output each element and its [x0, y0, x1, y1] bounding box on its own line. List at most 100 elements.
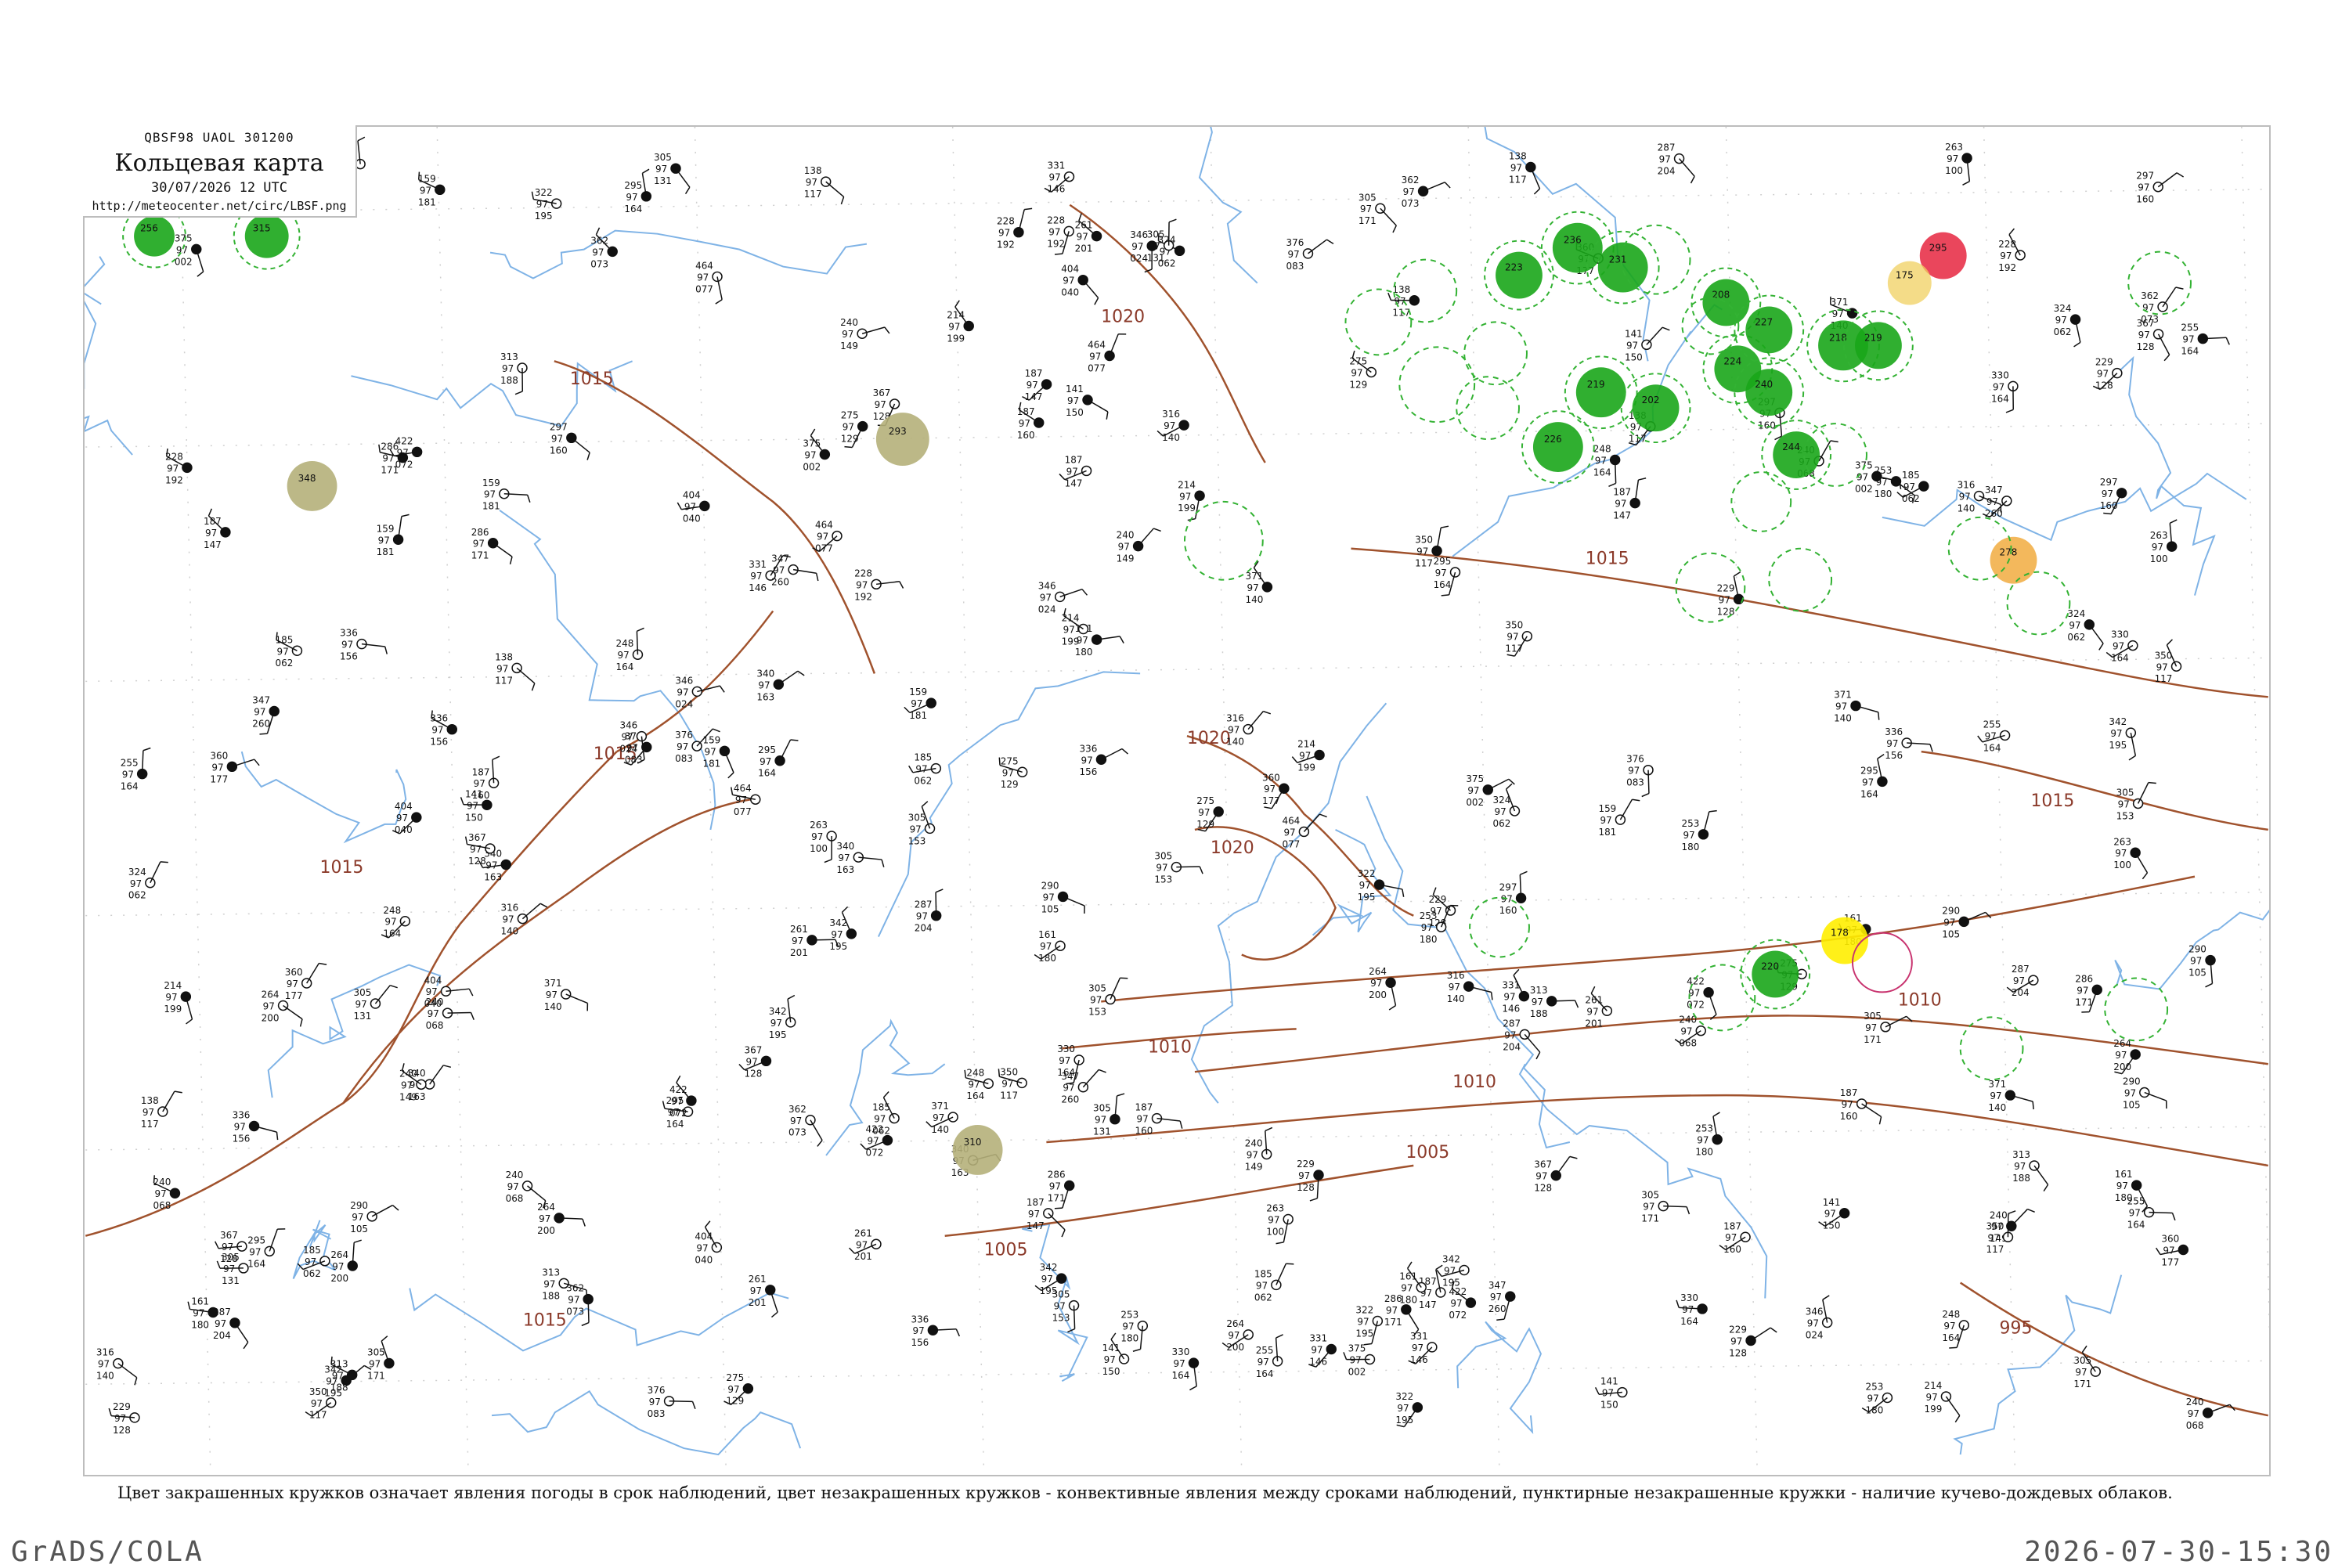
station-plot[interactable]: 22997128	[1729, 1324, 1777, 1358]
station-plot[interactable]: 22897192	[854, 568, 903, 602]
station-plot[interactable]: 33697156	[1885, 726, 1932, 761]
station-plot[interactable]: 22897192	[1047, 214, 1073, 254]
station-plot[interactable]: 30597171	[1641, 1190, 1689, 1224]
station-plot[interactable]: 26197201	[1585, 986, 1611, 1029]
station-plot[interactable]: 32297195	[1355, 1305, 1382, 1345]
station-plot[interactable]: 34097163	[836, 841, 883, 875]
station-plot[interactable]: 35097117	[998, 1066, 1027, 1101]
station-plot[interactable]: 36297073	[1402, 175, 1450, 209]
phenomenon-marker[interactable]: 175	[1888, 261, 1932, 305]
station-plot[interactable]: 24097068	[153, 1175, 180, 1211]
station-plot[interactable]: 30597153	[1154, 851, 1203, 885]
phenomenon-marker[interactable]: 293	[876, 413, 929, 466]
station-plot[interactable]: 21497199	[1292, 739, 1324, 773]
station-plot[interactable]: 28697171	[2075, 973, 2102, 1012]
station-plot[interactable]: 37197140	[1834, 690, 1879, 724]
station-plot[interactable]: 13897117	[804, 165, 844, 204]
phenomenon-marker[interactable]: 219	[1565, 356, 1637, 428]
station-plot[interactable]: 27597129	[841, 410, 868, 448]
station-plot[interactable]: 25597164	[1978, 719, 2010, 753]
station-plot[interactable]: 15997181	[1598, 799, 1640, 838]
station-plot[interactable]: 18797147	[204, 509, 230, 550]
station-plot[interactable]: 24097068	[426, 997, 474, 1031]
station-plot[interactable]: 30597171	[1359, 192, 1396, 232]
station-plot[interactable]: 15997181	[904, 687, 936, 721]
station-plot[interactable]: 33097164	[1676, 1292, 1707, 1327]
station-plot[interactable]: 13897117	[1509, 151, 1540, 194]
station-plot[interactable]: 36297073	[788, 1104, 822, 1147]
station-plot[interactable]: 34797260	[771, 553, 818, 588]
station-plot[interactable]: 22897192	[997, 208, 1032, 250]
station-plot[interactable]: 26497200	[2113, 1038, 2140, 1074]
station-plot[interactable]: 18797147	[1059, 454, 1092, 488]
phenomenon-marker[interactable]: 202	[1622, 373, 1690, 442]
station-plot[interactable]: 33197146	[1045, 160, 1074, 195]
station-plot[interactable]: 27597129	[1349, 351, 1376, 390]
station-plot[interactable]: 30597153	[1088, 978, 1128, 1017]
station-plot[interactable]: 13897117	[141, 1091, 182, 1130]
station-plot[interactable]: 29597164	[1860, 755, 1887, 800]
station-plot[interactable]: 42297072	[390, 435, 422, 470]
station-plot[interactable]: 25397180	[1862, 1382, 1892, 1416]
station-plot[interactable]: 37197140	[1988, 1079, 2033, 1113]
station-plot[interactable]: 16197180	[1034, 929, 1065, 964]
station-plot[interactable]: 32497062	[2067, 608, 2103, 650]
station-plot[interactable]: 25397180	[1695, 1112, 1722, 1158]
station-plot[interactable]: 15997181	[377, 514, 410, 557]
station-plot[interactable]: 29597164	[624, 169, 651, 214]
station-plot[interactable]: 24897164	[1593, 443, 1620, 486]
station-plot[interactable]: 26397100	[1266, 1203, 1293, 1244]
station-plot[interactable]: 33697156	[911, 1314, 959, 1348]
station-plot[interactable]: 14197150	[1066, 384, 1108, 420]
station-plot[interactable]: 25597164	[1256, 1335, 1283, 1379]
station-plot[interactable]: 22897192	[1998, 229, 2025, 273]
phenomenon-marker[interactable]: 226	[1522, 411, 1594, 483]
station-plot[interactable]: 21497199	[1924, 1380, 1959, 1422]
station-plot[interactable]: 37597002	[1344, 1343, 1375, 1377]
station-plot[interactable]: 26197201	[850, 1227, 881, 1262]
station-plot[interactable]: 29097105	[1942, 905, 1990, 939]
station-plot[interactable]: 36097177	[210, 750, 259, 784]
station-plot[interactable]: 26397100	[810, 820, 836, 863]
station-plot[interactable]: 31397188	[1530, 985, 1579, 1019]
station-plot[interactable]: 31697140	[96, 1347, 137, 1386]
station-plot[interactable]: 34797260	[252, 695, 279, 734]
station-plot[interactable]: 31397188	[2012, 1149, 2048, 1191]
station-plot[interactable]: 21497199	[947, 301, 973, 344]
station-plot[interactable]: 18597062	[1254, 1263, 1294, 1303]
station-plot[interactable]: 18797160	[1840, 1087, 1882, 1124]
station-plot[interactable]: 28797204	[2007, 964, 2038, 998]
station-plot[interactable]: 25597164	[2127, 1196, 2175, 1231]
station-plot[interactable]: 30597171	[1864, 1011, 1912, 1045]
station-plot[interactable]: 31697140	[1447, 970, 1492, 1004]
station-plot[interactable]: 33197146	[1409, 1331, 1437, 1365]
station-plot[interactable]: 30597153	[2116, 783, 2156, 822]
station-plot[interactable]: 31697140	[500, 903, 547, 937]
station-plot[interactable]: 26497200	[1369, 966, 1395, 1010]
station-plot[interactable]: 46497077	[695, 260, 722, 304]
station-plot[interactable]: 29097105	[350, 1200, 399, 1235]
station-plot[interactable]: 24897164	[1942, 1309, 1968, 1348]
station-plot[interactable]: 35097117	[1505, 620, 1532, 656]
station-plot[interactable]: 25597164	[121, 748, 151, 791]
station-plot[interactable]: 36097177	[285, 963, 327, 1000]
station-plot[interactable]: 29797160	[2100, 477, 2127, 514]
station-plot[interactable]: 34297195	[829, 907, 856, 951]
station-plot[interactable]: 24897164	[965, 1067, 993, 1101]
station-plot[interactable]: 24097149	[840, 317, 889, 351]
station-plot[interactable]: 33697156	[340, 628, 387, 662]
station-plot[interactable]: 37697083	[648, 1385, 695, 1419]
station-plot[interactable]: 29097105	[2123, 1076, 2167, 1111]
station-plot[interactable]: 29597164	[1434, 556, 1460, 596]
station-plot[interactable]: 26397100	[2150, 520, 2177, 564]
station-plot[interactable]: 28797204	[1503, 1018, 1539, 1058]
station-plot[interactable]: 30597131	[1093, 1094, 1124, 1137]
station-plot[interactable]: 33097164	[2106, 629, 2138, 664]
station-plot[interactable]: 36297073	[590, 228, 617, 270]
station-plot[interactable]: 36297073	[2141, 287, 2183, 325]
station-plot[interactable]: 29797160	[2136, 171, 2183, 205]
station-plot[interactable]: 37697083	[1626, 754, 1653, 797]
station-plot[interactable]: 37597002	[803, 429, 829, 472]
station-plot[interactable]: 18597062	[872, 1091, 899, 1136]
station-plot[interactable]: 34697024	[1806, 1296, 1832, 1341]
